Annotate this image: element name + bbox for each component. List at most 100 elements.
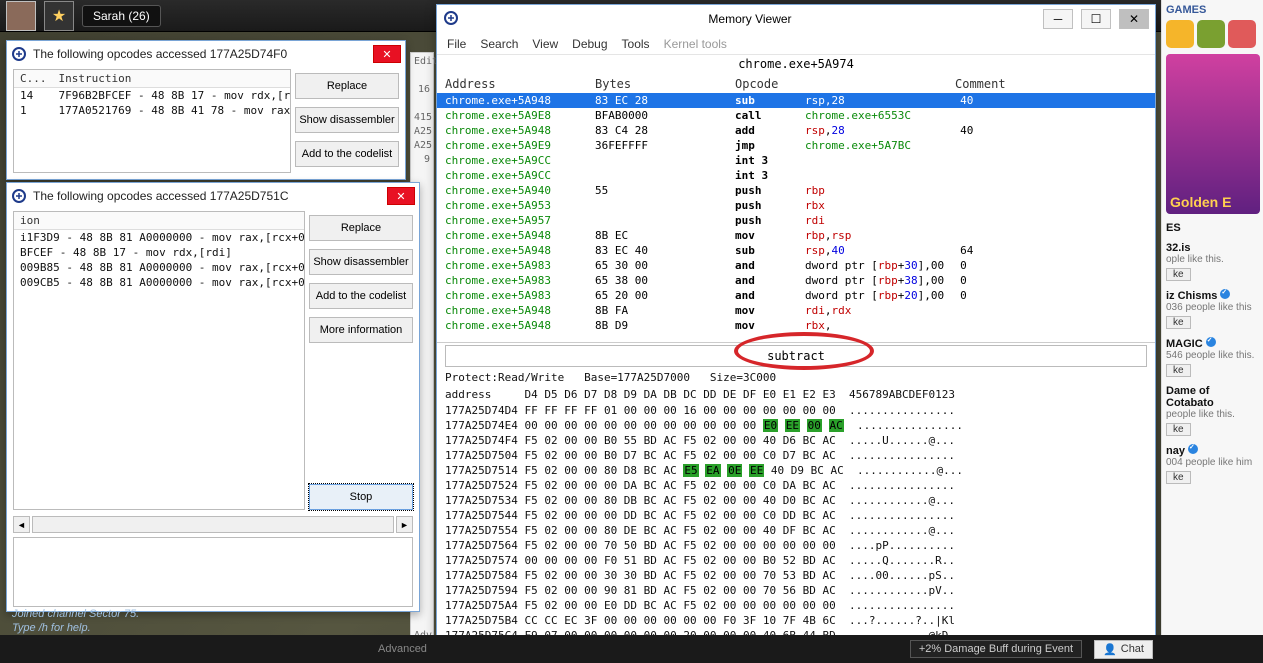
hex-row[interactable]: 177A25D7594 F5 02 00 00 90 81 BD AC F5 0…: [445, 583, 1147, 598]
disasm-row[interactable]: chrome.exe+5A957pushrdi: [437, 213, 1155, 228]
scroll-right-icon[interactable]: ►: [396, 516, 413, 533]
game-thumb-1[interactable]: [1166, 20, 1194, 48]
memview-min-button[interactable]: ─: [1043, 9, 1073, 29]
col-opcode[interactable]: Opcode: [735, 77, 805, 91]
chat-button[interactable]: 👤 Chat: [1094, 640, 1153, 659]
rank-icon[interactable]: ★: [44, 1, 74, 31]
hex-view[interactable]: 177A25D74D4 FF FF FF FF 01 00 00 00 16 0…: [437, 403, 1155, 637]
opcode1-list[interactable]: C... Instruction 147F96B2BFCEF - 48 8B 1…: [13, 69, 291, 173]
ad-slot-machine[interactable]: Golden E: [1166, 54, 1260, 214]
section-title[interactable]: Dame of Cotabato: [1166, 385, 1259, 409]
disasm-row[interactable]: chrome.exe+5A94883 EC 40subrsp,4064: [437, 243, 1155, 258]
disasm-row[interactable]: chrome.exe+5A94883 C4 28addrsp,2840: [437, 123, 1155, 138]
section-title[interactable]: 32.is: [1166, 242, 1259, 254]
disasm-row[interactable]: chrome.exe+5A9E936FEFFFFjmpchrome.exe+5A…: [437, 138, 1155, 153]
opcode1-addcode-button[interactable]: Add to the codelist: [295, 141, 399, 167]
opcode1-showdis-button[interactable]: Show disassembler: [295, 107, 399, 133]
disasm-row[interactable]: chrome.exe+5A9488B ECmovrbp,rsp: [437, 228, 1155, 243]
hex-row[interactable]: 177A25D7584 F5 02 00 00 30 30 BD AC F5 0…: [445, 568, 1147, 583]
avatar[interactable]: [6, 1, 36, 31]
opcode1-titlebar[interactable]: The following opcodes accessed 177A25D74…: [7, 41, 405, 67]
menu-view[interactable]: View: [532, 37, 558, 51]
comment-input[interactable]: [446, 349, 1146, 363]
opcode2-list[interactable]: ion i1F3D9 - 48 8B 81 A0000000 - mov rax…: [13, 211, 305, 510]
advanced-label[interactable]: Advanced: [378, 643, 427, 655]
disasm-row[interactable]: chrome.exe+5A98365 30 00anddword ptr [rb…: [437, 258, 1155, 273]
hex-row[interactable]: 177A25D7574 00 00 00 00 F0 51 BD AC F5 0…: [445, 553, 1147, 568]
opcode2-moreinfo-button[interactable]: More information: [309, 317, 413, 343]
section-title[interactable]: MAGIC: [1166, 337, 1259, 350]
disasm-view[interactable]: chrome.exe+5A94883 EC 28subrsp,2840chrom…: [437, 93, 1155, 343]
col-address[interactable]: Address: [445, 77, 595, 91]
menu-search[interactable]: Search: [480, 37, 518, 51]
opcode2-hscroll[interactable]: ◄ ►: [13, 516, 413, 533]
opcode2-stop-button[interactable]: Stop: [309, 484, 413, 510]
opcode1-col-count[interactable]: C...: [14, 70, 53, 88]
opcode2-hexdump[interactable]: [13, 537, 413, 607]
memview-titlebar[interactable]: Memory Viewer ─ ☐ ✕: [437, 5, 1155, 33]
opcode2-row[interactable]: 009CB5 - 48 8B 81 A0000000 - mov rax,[rc…: [14, 275, 305, 290]
disasm-row[interactable]: chrome.exe+5A98365 38 00anddword ptr [rb…: [437, 273, 1155, 288]
buff-banner[interactable]: +2% Damage Buff during Event: [910, 640, 1082, 658]
opcode2-row[interactable]: BFCEF - 48 8B 17 - mov rdx,[rdi]: [14, 245, 305, 260]
section-title[interactable]: ES: [1166, 222, 1259, 234]
sidebar-section: iz Chisms 036 people like thiske: [1166, 289, 1259, 329]
menu-tools[interactable]: Tools: [622, 37, 650, 51]
game-thumb-3[interactable]: [1228, 20, 1256, 48]
hex-row[interactable]: 177A25D75A4 F5 02 00 00 E0 DD BC AC F5 0…: [445, 598, 1147, 613]
opcode2-close-button[interactable]: ✕: [387, 187, 415, 205]
opcode2-row[interactable]: 009B85 - 48 8B 81 A0000000 - mov rax,[rc…: [14, 260, 305, 275]
disasm-row[interactable]: chrome.exe+5A9488B FAmovrdi,rdx: [437, 303, 1155, 318]
game-thumb-2[interactable]: [1197, 20, 1225, 48]
disasm-row[interactable]: chrome.exe+5A94055pushrbp: [437, 183, 1155, 198]
opcode1-row[interactable]: 1177A0521769 - 48 8B 41 78 - mov rax,[rc…: [14, 103, 291, 118]
disasm-row[interactable]: chrome.exe+5A94883 EC 28subrsp,2840: [437, 93, 1155, 108]
hex-row[interactable]: 177A25D7554 F5 02 00 00 80 DE BC AC F5 0…: [445, 523, 1147, 538]
memory-viewer-window: Memory Viewer ─ ☐ ✕ File Search View Debug T…: [436, 4, 1156, 638]
like-button[interactable]: ke: [1166, 471, 1191, 484]
hex-row[interactable]: 177A25D74F4 F5 02 00 00 B0 55 BD AC F5 0…: [445, 433, 1147, 448]
hex-row[interactable]: 177A25D74D4 FF FF FF FF 01 00 00 00 16 0…: [445, 403, 1147, 418]
hex-row[interactable]: 177A25D7504 F5 02 00 00 B0 D7 BC AC F5 0…: [445, 448, 1147, 463]
memview-close-button[interactable]: ✕: [1119, 9, 1149, 29]
opcode2-replace-button[interactable]: Replace: [309, 215, 413, 241]
memview-address-line[interactable]: chrome.exe+5A974: [437, 55, 1155, 75]
opcode1-row[interactable]: 147F96B2BFCEF - 48 8B 17 - mov rdx,[rdi]: [14, 88, 291, 104]
hex-row[interactable]: 177A25D74E4 00 00 00 00 00 00 00 00 00 0…: [445, 418, 1147, 433]
like-button[interactable]: ke: [1166, 364, 1191, 377]
like-button[interactable]: ke: [1166, 316, 1191, 329]
memview-max-button[interactable]: ☐: [1081, 9, 1111, 29]
disasm-row[interactable]: chrome.exe+5A9488B D9movrbx,: [437, 318, 1155, 333]
opcode1-replace-button[interactable]: Replace: [295, 73, 399, 99]
disasm-row[interactable]: chrome.exe+5A9CCint 3: [437, 168, 1155, 183]
col-comment[interactable]: Comment: [955, 77, 1147, 91]
col-bytes[interactable]: Bytes: [595, 77, 735, 91]
disasm-row[interactable]: chrome.exe+5A9CCint 3: [437, 153, 1155, 168]
opcode2-titlebar[interactable]: The following opcodes accessed 177A25D75…: [7, 183, 419, 209]
hex-row[interactable]: 177A25D7524 F5 02 00 00 00 DA BC AC F5 0…: [445, 478, 1147, 493]
section-title[interactable]: iz Chisms: [1166, 289, 1259, 302]
hex-row[interactable]: 177A25D7544 F5 02 00 00 00 DD BC AC F5 0…: [445, 508, 1147, 523]
hex-row[interactable]: 177A25D7564 F5 02 00 00 70 50 BD AC F5 0…: [445, 538, 1147, 553]
player-name[interactable]: Sarah (26): [82, 5, 161, 27]
menu-file[interactable]: File: [447, 37, 466, 51]
menu-debug[interactable]: Debug: [572, 37, 607, 51]
like-button[interactable]: ke: [1166, 268, 1191, 281]
hex-row[interactable]: 177A25D75B4 CC CC EC 3F 00 00 00 00 00 0…: [445, 613, 1147, 628]
menu-kernel-tools[interactable]: Kernel tools: [664, 37, 727, 51]
opcode2-showdis-button[interactable]: Show disassembler: [309, 249, 413, 275]
like-button[interactable]: ke: [1166, 423, 1191, 436]
section-title[interactable]: nay: [1166, 444, 1259, 457]
disasm-row[interactable]: chrome.exe+5A98365 20 00anddword ptr [rb…: [437, 288, 1155, 303]
disasm-row[interactable]: chrome.exe+5A9E8BFAB0000callchrome.exe+6…: [437, 108, 1155, 123]
chat-log: Joined channel Sector 75. Type /h for he…: [12, 607, 139, 635]
opcode2-addcode-button[interactable]: Add to the codelist: [309, 283, 413, 309]
disasm-row[interactable]: chrome.exe+5A953pushrbx: [437, 198, 1155, 213]
opcode2-col-instr[interactable]: ion: [14, 212, 305, 230]
hex-row[interactable]: 177A25D7514 F5 02 00 00 80 D8 BC AC E5 E…: [445, 463, 1147, 478]
opcode1-col-instr[interactable]: Instruction: [53, 70, 292, 88]
hex-row[interactable]: 177A25D7534 F5 02 00 00 80 DB BC AC F5 0…: [445, 493, 1147, 508]
opcode1-close-button[interactable]: ✕: [373, 45, 401, 63]
scroll-left-icon[interactable]: ◄: [13, 516, 30, 533]
opcode2-row[interactable]: i1F3D9 - 48 8B 81 A0000000 - mov rax,[rc…: [14, 230, 305, 246]
